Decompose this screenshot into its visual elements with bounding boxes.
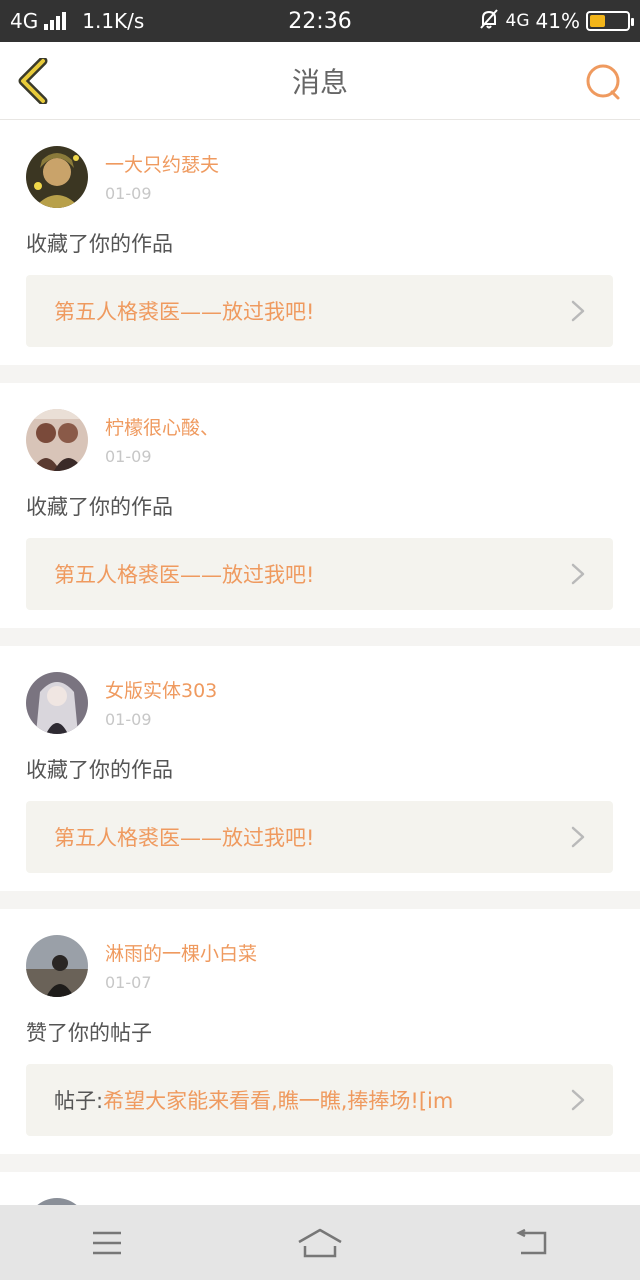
username[interactable]: 淋雨的一棵小白菜 [105, 941, 257, 967]
network-speed: 1.1K/s [82, 9, 145, 33]
home-icon [298, 1228, 342, 1257]
date: 01-09 [105, 709, 152, 729]
mute-icon [478, 8, 500, 35]
header-bar: 消息 [0, 42, 640, 120]
work-title: 第五人格裘医——放过我吧! [54, 300, 315, 324]
menu-button[interactable] [77, 1223, 137, 1263]
search-button[interactable] [584, 62, 624, 102]
notification-card: 淋雨的一棵小白菜 01-07 赞了你的帖子 帖子:希望大家能来看看,瞧一瞧,捧捧… [0, 909, 640, 1154]
home-button[interactable] [290, 1223, 350, 1263]
avatar[interactable] [26, 146, 88, 208]
page-title: 消息 [291, 65, 348, 99]
username[interactable]: 一大只约瑟夫 [105, 152, 219, 178]
chevron-right-icon [571, 300, 585, 322]
search-icon [586, 64, 620, 100]
battery-icon [586, 11, 634, 31]
avatar[interactable] [26, 409, 88, 471]
system-nav-bar [0, 1205, 640, 1280]
action-text: 赞了你的帖子 [26, 1021, 152, 1045]
battery-fill [590, 15, 605, 27]
network-type: 4G [10, 9, 39, 33]
action-text: 收藏了你的作品 [26, 495, 173, 519]
work-title: 第五人格裘医——放过我吧! [54, 826, 315, 850]
notification-list: 一大只约瑟夫 01-09 收藏了你的作品 第五人格裘医——放过我吧! 柠檬很心酸… [0, 120, 640, 1260]
signal-icon [44, 12, 67, 30]
date: 01-09 [105, 446, 152, 466]
avatar[interactable] [26, 935, 88, 997]
chevron-right-icon [571, 826, 585, 848]
network-type-right: 4G [505, 11, 530, 31]
notification-card: 一大只约瑟夫 01-09 收藏了你的作品 第五人格裘医——放过我吧! [0, 120, 640, 365]
post-prefix: 帖子: [54, 1089, 104, 1113]
post-title: 希望大家能来看看,瞧一瞧,捧捧场![im [103, 1089, 454, 1113]
username[interactable]: 柠檬很心酸、 [105, 415, 219, 441]
chevron-left-icon [18, 56, 48, 106]
return-icon [516, 1228, 547, 1254]
date: 01-09 [105, 183, 152, 203]
menu-icon [92, 1231, 121, 1254]
work-link[interactable]: 第五人格裘医——放过我吧! [26, 538, 613, 610]
status-bar: 4G 1.1K/s 22:36 4G 41% [0, 0, 640, 42]
post-link[interactable]: 帖子:希望大家能来看看,瞧一瞧,捧捧场![im [26, 1064, 613, 1136]
action-text: 收藏了你的作品 [26, 232, 173, 256]
system-back-button[interactable] [503, 1223, 563, 1263]
action-text: 收藏了你的作品 [26, 758, 173, 782]
back-button[interactable] [16, 56, 56, 106]
chevron-right-icon [571, 563, 585, 585]
battery-text: 41% [535, 9, 580, 33]
notification-card: 柠檬很心酸、 01-09 收藏了你的作品 第五人格裘医——放过我吧! [0, 383, 640, 628]
notification-card: 女版实体303 01-09 收藏了你的作品 第五人格裘医——放过我吧! [0, 646, 640, 891]
date: 01-07 [105, 972, 152, 992]
work-link[interactable]: 第五人格裘医——放过我吧! [26, 275, 613, 347]
work-link[interactable]: 第五人格裘医——放过我吧! [26, 801, 613, 873]
work-title: 第五人格裘医——放过我吧! [54, 563, 315, 587]
avatar[interactable] [26, 672, 88, 734]
username[interactable]: 女版实体303 [105, 678, 217, 704]
chevron-right-icon [571, 1089, 585, 1111]
